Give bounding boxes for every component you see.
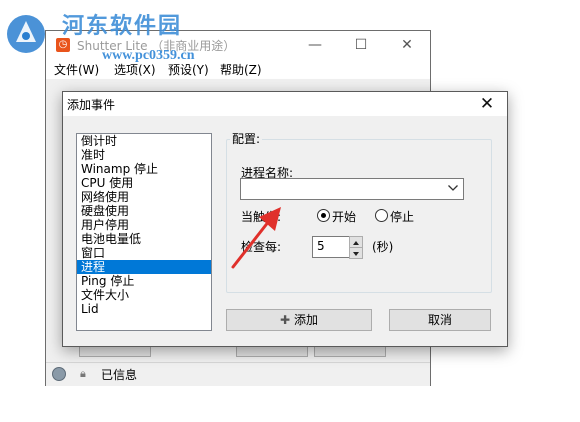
list-item[interactable]: 倒计时 [77,134,211,148]
radio-stop[interactable] [375,209,388,222]
list-item[interactable]: 网络使用 [77,190,211,204]
menu-help[interactable]: 帮助(Z) [220,61,262,78]
list-item[interactable]: Winamp 停止 [77,162,211,176]
app-icon: ◷ [56,38,70,52]
close-button[interactable]: ✕ [384,31,430,59]
list-item[interactable]: 文件大小 [77,288,211,302]
list-item[interactable]: 窗口 [77,246,211,260]
radio-selected-dot [321,213,326,218]
watermark-url: www.pc0359.cn [102,48,195,63]
add-button[interactable]: ✚ 添加 [226,309,372,331]
list-item[interactable]: 电池电量低 [77,232,211,246]
interval-input[interactable]: 5 [312,236,350,258]
lock-icon: 🔒︎ [80,367,86,380]
radio-start[interactable] [317,209,330,222]
dialog-close-button[interactable]: ✕ [467,92,507,116]
statusbar: 🔒︎ 已信息 [46,362,430,386]
list-item[interactable]: Lid [77,302,211,316]
interval-spinner[interactable] [349,236,363,259]
event-type-list[interactable]: 倒计时 准时 Winamp 停止 CPU 使用 网络使用 硬盘使用 用户停用 电… [76,133,212,331]
plus-icon: ✚ [279,313,291,327]
radio-start-label[interactable]: 开始 [332,208,356,225]
config-group-label: 配置: [230,130,263,147]
add-event-dialog: 添加事件 ✕ 倒计时 准时 Winamp 停止 CPU 使用 网络使用 硬盘使用… [62,91,508,347]
list-item-selected[interactable]: 进程 [77,260,211,274]
list-item[interactable]: 准时 [77,148,211,162]
list-item[interactable]: 硬盘使用 [77,204,211,218]
minimize-button[interactable]: — [292,31,338,59]
menu-file[interactable]: 文件(W) [54,61,99,78]
watermark-title: 河东软件园 [62,14,183,39]
dialog-titlebar[interactable]: 添加事件 ✕ [63,92,507,116]
maximize-button[interactable]: ☐ [338,31,384,59]
cancel-button[interactable]: 取消 [389,309,491,331]
chevron-down-icon [353,252,359,256]
status-text: 已信息 [101,368,138,382]
dialog-title: 添加事件 [67,98,116,112]
process-name-combobox[interactable] [240,178,464,200]
list-item[interactable]: 用户停用 [77,218,211,232]
radio-stop-label[interactable]: 停止 [390,208,414,225]
add-button-label: 添加 [294,313,319,327]
interval-unit: (秒) [372,240,394,254]
watermark-logo-icon [7,15,45,53]
list-item[interactable]: CPU 使用 [77,176,211,190]
spinner-down-button[interactable] [349,247,363,259]
interval-value: 5 [317,239,325,253]
list-item[interactable]: Ping 停止 [77,274,211,288]
annotation-arrow-icon [231,207,281,269]
chevron-down-icon [448,185,458,191]
globe-icon [52,367,66,381]
